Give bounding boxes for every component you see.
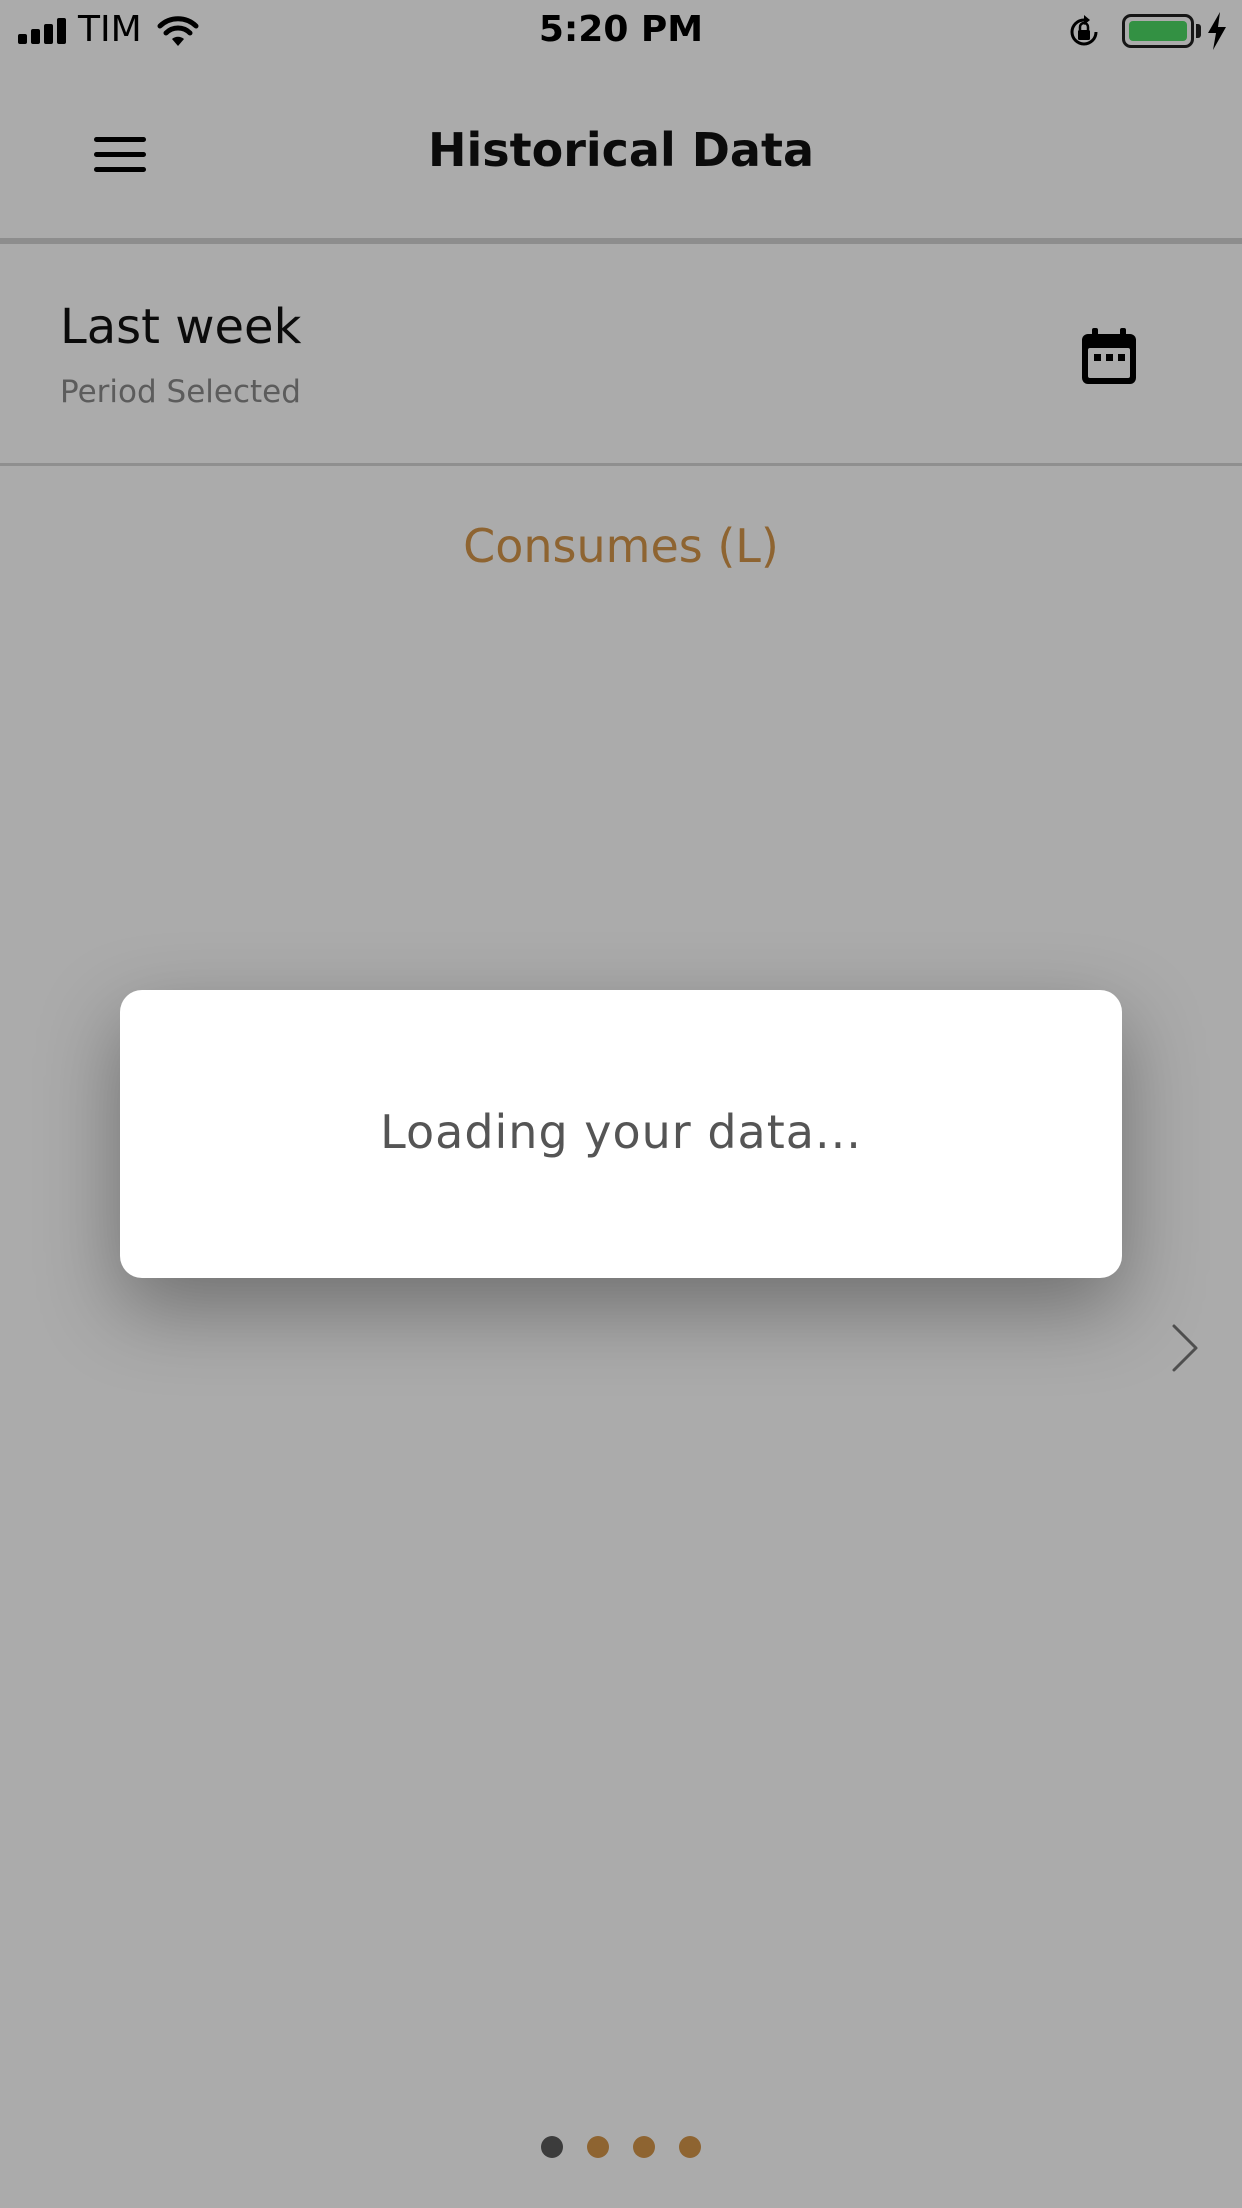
loading-dialog: Loading your data... — [120, 990, 1122, 1278]
loading-message: Loading your data... — [380, 1105, 862, 1159]
historical-data-screen: TIM 5:20 PM Historical Data Last week Pe… — [0, 0, 1242, 2208]
